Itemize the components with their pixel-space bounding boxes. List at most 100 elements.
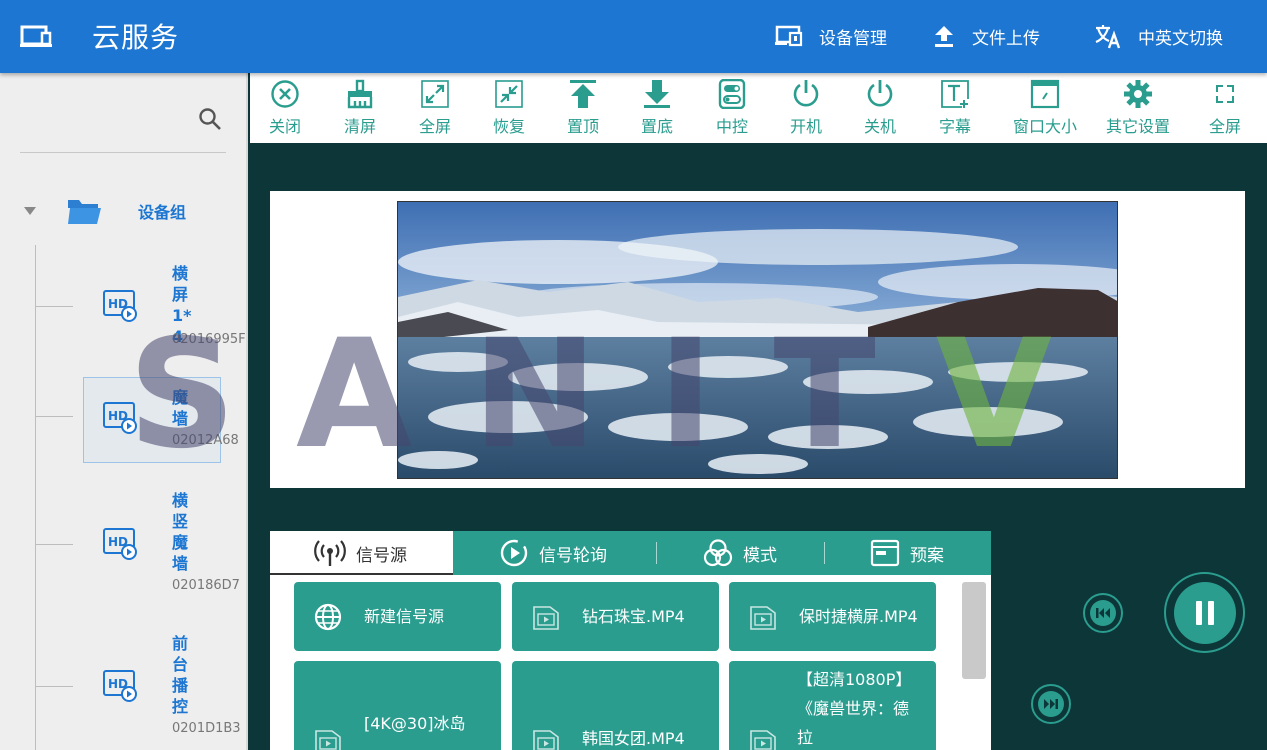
source-item[interactable]: 钻石珠宝.MP4 — [512, 582, 719, 651]
window-resize-icon — [1030, 79, 1060, 109]
brush-icon — [347, 79, 373, 109]
clear-screen-button[interactable]: 清屏 — [344, 79, 376, 137]
pause-button[interactable] — [1164, 572, 1245, 653]
upload-icon — [935, 26, 953, 47]
restore-label: 恢复 — [493, 117, 526, 136]
video-file-icon — [533, 730, 559, 750]
source-scrollbar[interactable] — [962, 582, 986, 679]
watermark-text: SAN — [128, 308, 658, 482]
tab-label: 模式 — [743, 545, 777, 566]
expand-caret-icon[interactable] — [24, 207, 36, 215]
source-item[interactable]: 保时捷横屏.MP4 — [729, 582, 936, 651]
text-add-icon — [941, 80, 969, 108]
tree-branch — [35, 416, 73, 417]
app-title: 云服务 — [92, 21, 180, 54]
tab-signal-polling[interactable]: 信号轮询 — [499, 531, 607, 575]
subtitle-button[interactable]: 字幕 — [939, 79, 971, 137]
language-switch-label: 中英文切换 — [1138, 28, 1223, 49]
subtitle-label: 字幕 — [939, 117, 972, 136]
file-upload-button[interactable]: 文件上传 — [932, 22, 1040, 50]
new-source-button[interactable]: 新建信号源 — [294, 582, 501, 651]
file-upload-label: 文件上传 — [972, 28, 1040, 49]
control-panel-icon — [718, 79, 746, 109]
bring-to-top-button[interactable]: 置顶 — [567, 79, 599, 137]
pause-icon — [1173, 581, 1236, 644]
tab-label: 预案 — [910, 545, 944, 566]
device-name: 横竖魔墙 — [172, 491, 189, 573]
source-label: 韩国女团.MP4 — [582, 729, 685, 748]
translate-icon — [1095, 25, 1121, 49]
broadcast-icon — [314, 540, 346, 566]
clear-screen-label: 清屏 — [344, 117, 377, 136]
tab-mode[interactable]: 模式 — [703, 531, 777, 575]
device-id: 020186D7 — [172, 578, 240, 593]
source-label: 新建信号源 — [364, 607, 445, 626]
tree-branch — [35, 686, 73, 687]
skip-next-icon — [1038, 691, 1064, 717]
language-switch-button[interactable]: 中英文切换 — [1094, 22, 1223, 50]
fullscreen-button[interactable]: 全屏 — [419, 79, 451, 137]
device-group-row[interactable]: 设备组 — [24, 193, 186, 229]
hd-player-icon: HD — [103, 670, 137, 702]
device-manage-button[interactable]: 设备管理 — [775, 22, 887, 50]
tab-signal-source[interactable]: 信号源 — [270, 531, 453, 575]
video-file-icon — [750, 605, 776, 630]
previous-button[interactable] — [1083, 593, 1123, 633]
folder-open-icon — [68, 200, 101, 224]
close-button[interactable]: 关闭 — [269, 79, 301, 137]
group-label: 设备组 — [138, 203, 187, 222]
video-file-icon — [533, 605, 559, 630]
power-on-button[interactable]: 开机 — [790, 79, 822, 137]
power-icon — [793, 80, 819, 107]
tab-label: 信号源 — [356, 545, 407, 566]
shrink-icon — [495, 80, 523, 108]
close-label: 关闭 — [269, 117, 302, 136]
window-size-button[interactable]: 窗口大小 — [1013, 79, 1077, 137]
tab-separator — [824, 542, 825, 564]
source-grid: 新建信号源 钻石珠宝.MP4 保时捷横屏.MP4 [4K@30]冰岛 韩国女团.… — [270, 575, 991, 750]
restore-button[interactable]: 恢复 — [493, 79, 525, 137]
brand-watermark: SANITV — [128, 320, 1112, 470]
next-button[interactable] — [1031, 684, 1071, 724]
search-divider — [20, 152, 226, 153]
watermark-text: IT — [657, 308, 936, 482]
globe-icon — [314, 603, 342, 630]
device-name: 前台播控 — [172, 634, 189, 716]
source-item[interactable]: [4K@30]冰岛 — [294, 661, 501, 750]
video-file-icon — [315, 730, 341, 750]
power-on-label: 开机 — [790, 117, 823, 136]
send-to-bottom-button[interactable]: 置底 — [641, 79, 673, 137]
watermark-text: V — [935, 308, 1112, 482]
tree-line — [35, 245, 36, 750]
central-control-label: 中控 — [716, 117, 749, 136]
tab-plan[interactable]: 预案 — [870, 531, 944, 575]
device-id: 0201D1B3 — [172, 721, 241, 736]
tree-branch — [35, 306, 73, 307]
tab-separator — [656, 542, 657, 564]
action-toolbar: 关闭 清屏 全屏 恢复 置顶 置底 中控 开机 关机 字幕 窗口大小 其它设置 … — [250, 73, 1267, 143]
search-icon[interactable] — [198, 107, 222, 131]
source-tabs: 信号源 信号轮询 模式 预案 — [270, 531, 991, 575]
fullscreen-toggle-label: 全屏 — [1209, 117, 1242, 136]
gear-icon — [1124, 80, 1152, 108]
expand-icon — [421, 80, 449, 108]
source-item[interactable]: 【超清1080P】《魔兽世界：德拉 — [729, 661, 936, 750]
bring-to-top-label: 置顶 — [567, 117, 600, 136]
source-item[interactable]: 韩国女团.MP4 — [512, 661, 719, 750]
device-manage-label: 设备管理 — [819, 28, 887, 49]
central-control-button[interactable]: 中控 — [716, 79, 748, 137]
tree-branch — [35, 544, 73, 545]
other-settings-button[interactable]: 其它设置 — [1106, 79, 1170, 137]
send-to-bottom-label: 置底 — [641, 117, 674, 136]
skip-previous-icon — [1090, 600, 1116, 626]
power-off-label: 关机 — [864, 117, 897, 136]
mode-circles-icon — [703, 539, 733, 567]
fullscreen-toggle-button[interactable]: 全屏 — [1209, 79, 1241, 137]
play-cycle-icon — [500, 539, 528, 567]
power-off-icon — [867, 80, 893, 107]
power-off-button[interactable]: 关机 — [864, 79, 896, 137]
device-manage-icon — [775, 25, 803, 47]
source-label: [4K@30]冰岛 — [364, 714, 466, 733]
source-label: 保时捷横屏.MP4 — [799, 607, 918, 626]
fullscreen-corners-icon — [1216, 85, 1234, 103]
